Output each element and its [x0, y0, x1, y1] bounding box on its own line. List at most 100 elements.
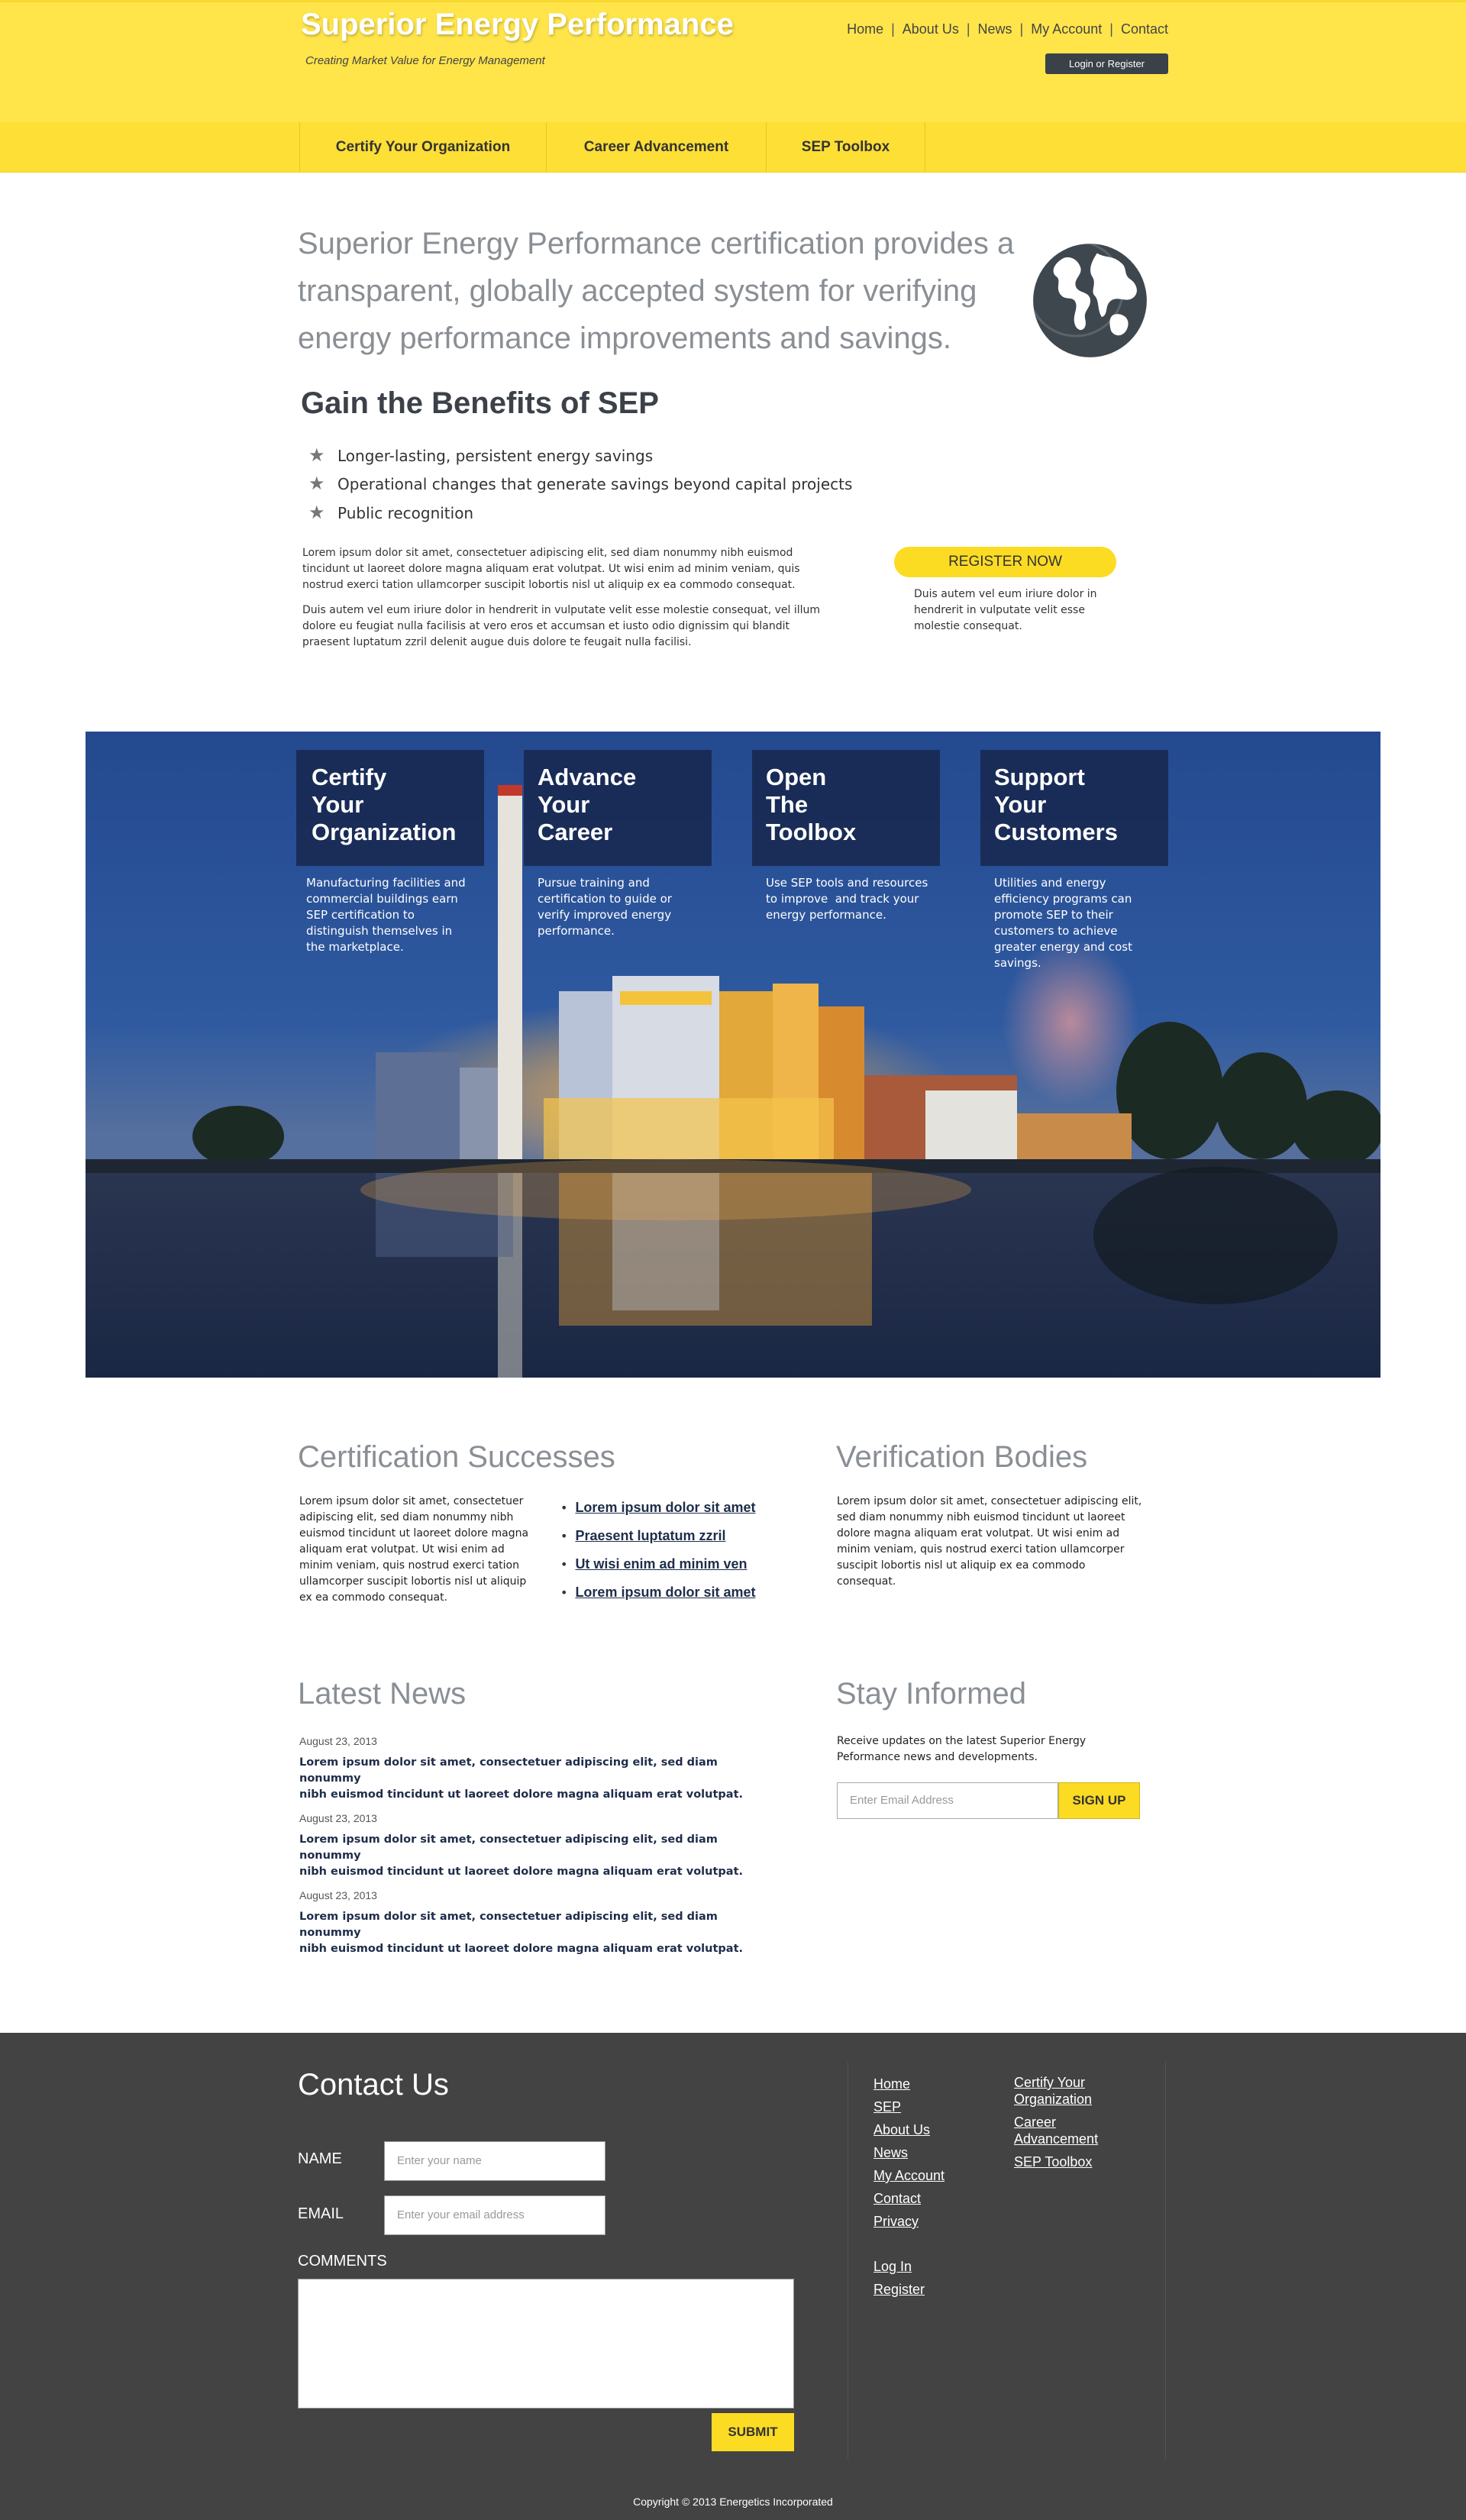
register-now-button[interactable]: REGISTER NOW: [894, 547, 1116, 577]
footer-link-line: Certify Your: [1014, 2075, 1086, 2090]
news-title: Latest News: [298, 1677, 467, 1711]
copyright: Copyright © 2013 Energetics Incorporated: [633, 2496, 833, 2508]
news-date: August 23, 2013: [299, 1812, 377, 1824]
news-item[interactable]: August 23, 2013 Lorem ipsum dolor sit am…: [299, 1735, 757, 1803]
card-title-toolbox[interactable]: Open The Toolbox: [766, 764, 941, 846]
comments-label: COMMENTS: [298, 2253, 387, 2270]
nav-certify-your-organization[interactable]: Certify Your Organization: [299, 122, 547, 173]
card-title-line: The: [766, 791, 809, 818]
card-text-support: Utilities and energy efficiency programs…: [994, 875, 1170, 971]
certification-title: Certification Successes: [298, 1440, 615, 1474]
intro-statement: Superior Energy Performance certificatio…: [298, 220, 1038, 362]
card-text-line: greater energy and cost: [994, 940, 1132, 954]
card-text-line: to improve and track your: [766, 892, 919, 906]
name-field[interactable]: Enter your name: [384, 2141, 605, 2181]
topnav-my-account[interactable]: My Account: [1031, 21, 1102, 37]
footer-link-home[interactable]: Home: [873, 2073, 945, 2095]
text-line: ex ea commodo consequat.: [299, 1591, 448, 1604]
topnav-home[interactable]: Home: [847, 21, 883, 37]
card-text-line: distinguish themselves in: [306, 924, 453, 938]
topnav-news[interactable]: News: [978, 21, 1012, 37]
card-title-line: Organization: [312, 819, 457, 845]
nav-sep-toolbox[interactable]: SEP Toolbox: [767, 122, 925, 173]
submit-button[interactable]: SUBMIT: [712, 2413, 794, 2451]
text-line: minim veniam, quis nostrud exerci tation…: [837, 1543, 1125, 1556]
footer-link-contact[interactable]: Contact: [873, 2187, 945, 2210]
text-line: consequat.: [837, 1575, 896, 1588]
intro-line: transparent, globally accepted system fo…: [298, 274, 977, 308]
stay-informed-text: Receive updates on the latest Superior E…: [837, 1733, 1158, 1766]
list-item: • Praesent luptatum zzril: [560, 1528, 726, 1543]
benefits-title: Gain the Benefits of SEP: [301, 386, 659, 420]
sign-up-button[interactable]: SIGN UP: [1058, 1782, 1140, 1819]
top-navigation: Home | About Us | News | My Account | Contac…: [847, 21, 1168, 37]
card-title-line: Advance: [538, 764, 637, 790]
news-text[interactable]: Lorem ipsum dolor sit amet, consectetuer…: [299, 1832, 757, 1880]
benefit-item: ★ Public recognition: [308, 502, 473, 523]
benefit-text: Public recognition: [337, 504, 474, 522]
card-text-line: Use SEP tools and resources: [766, 876, 928, 890]
note-line: molestie consequat.: [914, 620, 1022, 632]
benefit-item: ★ Operational changes that generate savin…: [308, 473, 852, 494]
card-text-line: verify improved energy: [538, 908, 672, 922]
benefit-text: Operational changes that generate saving…: [337, 475, 853, 493]
footer-link-sep-toolbox[interactable]: SEP Toolbox: [1014, 2153, 1098, 2170]
footer-link-sep[interactable]: SEP: [873, 2095, 945, 2118]
footer-link-line: Organization: [1014, 2092, 1093, 2107]
footer-link-news[interactable]: News: [873, 2141, 945, 2164]
contact-title: Contact Us: [298, 2068, 449, 2102]
star-icon: ★: [308, 473, 325, 494]
card-title-certify[interactable]: Certify Your Organization: [312, 764, 487, 846]
card-title-line: Toolbox: [766, 819, 857, 845]
email-field[interactable]: Enter your email address: [384, 2195, 605, 2235]
paragraph-line: tincidunt ut laoreet dolore magna aliqua…: [302, 563, 800, 575]
certification-link[interactable]: Lorem ipsum dolor sit amet: [575, 1585, 755, 1600]
topnav-contact[interactable]: Contact: [1121, 21, 1168, 37]
text-line: suscipit lobortis nisl ut aliquip ex ea …: [837, 1559, 1086, 1572]
footer-link-register[interactable]: Register: [873, 2278, 945, 2301]
certification-text: Lorem ipsum dolor sit amet, consectetuer…: [299, 1494, 544, 1606]
news-item[interactable]: August 23, 2013 Lorem ipsum dolor sit am…: [299, 1812, 757, 1880]
paragraph-line: praesent luptatum zzril delenit augue du…: [302, 636, 692, 648]
certification-link[interactable]: Ut wisi enim ad minim ven: [575, 1556, 747, 1572]
intro-line: energy performance improvements and savi…: [298, 321, 951, 355]
footer-link-my-account[interactable]: My Account: [873, 2164, 945, 2187]
card-text-line: Manufacturing facilities and: [306, 876, 466, 890]
nav-career-advancement[interactable]: Career Advancement: [547, 122, 767, 173]
footer-link-line: Career: [1014, 2115, 1057, 2130]
footer-link-career-advancement[interactable]: Career Advancement: [1014, 2114, 1098, 2147]
certification-link[interactable]: Praesent luptatum zzril: [575, 1528, 725, 1543]
card-title-advance[interactable]: Advance Your Career: [538, 764, 713, 846]
paragraph-line: Lorem ipsum dolor sit amet, consectetuer…: [302, 547, 793, 559]
site-logo[interactable]: Superior Energy Performance: [301, 8, 734, 42]
footer-link-certify-your-organization[interactable]: Certify Your Organization: [1014, 2074, 1098, 2108]
news-text-line: nibh euismod tincidunt ut laoreet dolore…: [299, 1866, 744, 1878]
topnav-about-us[interactable]: About Us: [903, 21, 959, 37]
card-text-toolbox: Use SEP tools and resources to improve a…: [766, 875, 941, 923]
benefit-text: Longer-lasting, persistent energy saving…: [337, 447, 654, 465]
text-line: sed diam nonummy nibh euismod tincidunt …: [837, 1511, 1125, 1523]
email-label: EMAIL: [298, 2205, 344, 2222]
certification-link[interactable]: Lorem ipsum dolor sit amet: [575, 1500, 755, 1515]
card-title-line: Support: [994, 764, 1085, 790]
login-register-button[interactable]: Login or Register: [1045, 53, 1168, 74]
card-title-line: Certify: [312, 764, 387, 790]
card-title-line: Career: [538, 819, 613, 845]
text-line: Receive updates on the latest Superior E…: [837, 1735, 1087, 1747]
news-text-line: Lorem ipsum dolor sit amet, consectetuer…: [299, 1911, 718, 1939]
news-item[interactable]: August 23, 2013 Lorem ipsum dolor sit am…: [299, 1889, 757, 1957]
news-text[interactable]: Lorem ipsum dolor sit amet, consectetuer…: [299, 1909, 757, 1957]
news-text[interactable]: Lorem ipsum dolor sit amet, consectetuer…: [299, 1755, 757, 1803]
benefits-paragraph-1: Lorem ipsum dolor sit amet, consectetuer…: [302, 545, 837, 593]
footer-link-log-in[interactable]: Log In: [873, 2255, 945, 2278]
comments-textarea[interactable]: [298, 2279, 794, 2409]
card-text-line: certification to guide or: [538, 892, 672, 906]
footer-link-about-us[interactable]: About Us: [873, 2118, 945, 2141]
newsletter-email-input[interactable]: Enter Email Address: [837, 1782, 1058, 1819]
news-text-line: Lorem ipsum dolor sit amet, consectetuer…: [299, 1833, 718, 1862]
card-text-line: performance.: [538, 924, 615, 938]
footer-link-privacy[interactable]: Privacy: [873, 2210, 945, 2233]
card-text-line: energy performance.: [766, 908, 886, 922]
verification-title: Verification Bodies: [836, 1440, 1088, 1474]
card-title-support[interactable]: Support Your Customers: [994, 764, 1170, 846]
